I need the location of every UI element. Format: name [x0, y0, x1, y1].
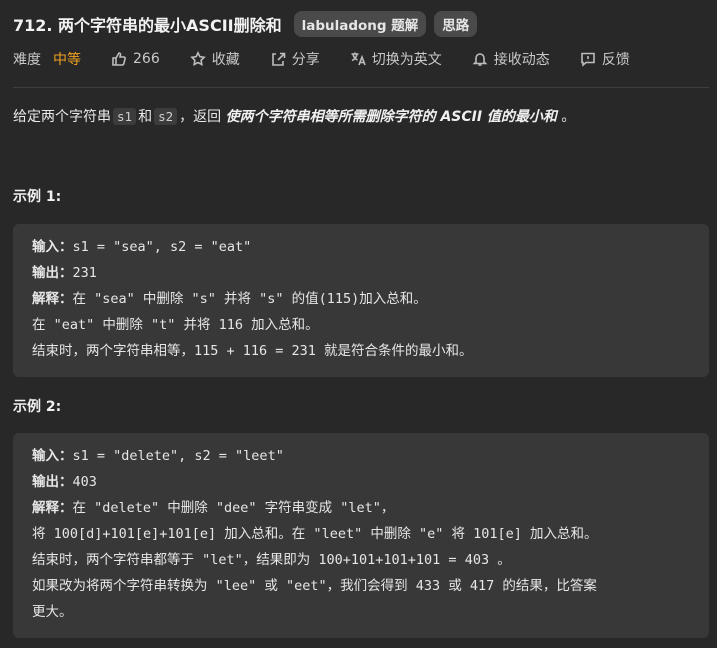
translate-icon	[351, 52, 366, 66]
example-line: 将 100[d]+101[e]+101[e] 加入总和。在 "leet" 中删除…	[32, 521, 690, 547]
example-line: 结束时，两个字符串都等于 "let"，结果即为 100+101+101+101 …	[32, 547, 690, 573]
problem-description: 给定两个字符串 s1 和 s2 ，返回 使两个字符串相等所需删除字符的 ASCII 值的…	[13, 106, 575, 128]
line-text: 在 "sea" 中删除 "s" 并将 "s" 的值(115)加入总和。	[72, 291, 427, 307]
line-label: 输出：	[32, 474, 73, 490]
example-line: 更大。	[32, 599, 690, 625]
desc-emphasis: 使两个字符串相等所需删除字符的 ASCII 值的最小和	[225, 109, 557, 125]
example-line: 输出：403	[32, 469, 690, 495]
line-text: 结束时，两个字符串都等于 "let"，结果即为 100+101+101+101 …	[32, 552, 511, 568]
subscribe-button[interactable]: 接收动态	[472, 49, 550, 69]
star-icon	[189, 51, 206, 66]
favorite-button[interactable]: 收藏	[189, 49, 240, 69]
share-icon	[271, 52, 286, 66]
line-label: 输出：	[32, 265, 73, 281]
favorite-label: 收藏	[211, 52, 240, 68]
like-count: 266	[133, 51, 160, 67]
line-text: s1 = "delete", s2 = "leet"	[72, 448, 284, 464]
example-line: 解释：在 "delete" 中删除 "dee" 字符串变成 "let"，	[32, 495, 690, 521]
line-text: 在 "delete" 中删除 "dee" 字符串变成 "let"，	[72, 500, 395, 516]
meta-row: 难度 中等 266 收藏 分享 切换为英文 接收动态 反馈	[13, 48, 660, 70]
title-row: 712. 两个字符串的最小ASCII删除和 labuladong 题解 思路	[13, 11, 478, 37]
feedback-icon	[580, 52, 595, 67]
line-label: 输入：	[32, 448, 73, 464]
difficulty: 难度 中等	[13, 49, 81, 69]
difficulty-value: 中等	[53, 52, 81, 68]
example-line: 如果改为将两个字符串转换为 "lee" 或 "eet"，我们会得到 433 或 …	[32, 573, 690, 599]
inline-code-s2: s2	[154, 108, 178, 125]
feedback-label: 反馈	[601, 52, 630, 68]
problem-title: 712. 两个字符串的最小ASCII删除和	[13, 16, 282, 35]
example-line: 输入：s1 = "delete", s2 = "leet"	[32, 443, 690, 469]
line-text: 403	[72, 474, 97, 490]
tag-labuladong[interactable]: labuladong 题解	[293, 11, 427, 37]
translate-label: 切换为英文	[371, 52, 442, 68]
example-line: 结束时，两个字符串相等，115 + 116 = 231 就是符合条件的最小和。	[32, 338, 690, 364]
line-text: s1 = "sea", s2 = "eat"	[72, 239, 252, 255]
like-button[interactable]: 266	[111, 51, 160, 67]
example-1-box: 输入：s1 = "sea", s2 = "eat" 输出：231 解释：在 "s…	[13, 224, 709, 377]
desc-text-1: 给定两个字符串	[13, 109, 111, 125]
line-text: 更大。	[32, 604, 73, 620]
example-line: 解释：在 "sea" 中删除 "s" 并将 "s" 的值(115)加入总和。	[32, 286, 690, 312]
desc-text-2: 和	[138, 109, 153, 125]
bell-icon	[472, 53, 488, 66]
translate-button[interactable]: 切换为英文	[350, 49, 442, 69]
share-button[interactable]: 分享	[270, 49, 320, 69]
line-text: 231	[72, 265, 97, 281]
line-label: 输入：	[32, 239, 73, 255]
line-label: 解释：	[32, 500, 73, 516]
example-line: 输出：231	[32, 260, 690, 286]
line-text: 结束时，两个字符串相等，115 + 116 = 231 就是符合条件的最小和。	[32, 343, 473, 359]
line-text: 在 "eat" 中删除 "t" 并将 116 加入总和。	[32, 317, 319, 333]
example-line: 在 "eat" 中删除 "t" 并将 116 加入总和。	[32, 312, 690, 338]
example-2-title: 示例 2:	[13, 399, 62, 415]
example-2-box: 输入：s1 = "delete", s2 = "leet" 输出：403 解释：…	[13, 433, 709, 638]
tag-hint[interactable]: 思路	[434, 11, 478, 37]
thumbs-up-icon	[112, 52, 126, 66]
line-text: 如果改为将两个字符串转换为 "lee" 或 "eet"，我们会得到 433 或 …	[32, 578, 597, 594]
example-1-title: 示例 1:	[13, 189, 62, 205]
line-label: 解释：	[32, 291, 73, 307]
line-text: 将 100[d]+101[e]+101[e] 加入总和。在 "leet" 中删除…	[32, 526, 598, 542]
desc-text-4: 。	[556, 109, 576, 125]
subscribe-label: 接收动态	[493, 52, 550, 68]
difficulty-label: 难度	[13, 52, 41, 68]
header-divider	[13, 87, 709, 88]
inline-code-s1: s1	[113, 108, 137, 125]
feedback-button[interactable]: 反馈	[580, 49, 630, 69]
share-label: 分享	[291, 52, 320, 68]
desc-text-3: ，返回	[179, 109, 226, 125]
example-line: 输入：s1 = "sea", s2 = "eat"	[32, 234, 690, 260]
